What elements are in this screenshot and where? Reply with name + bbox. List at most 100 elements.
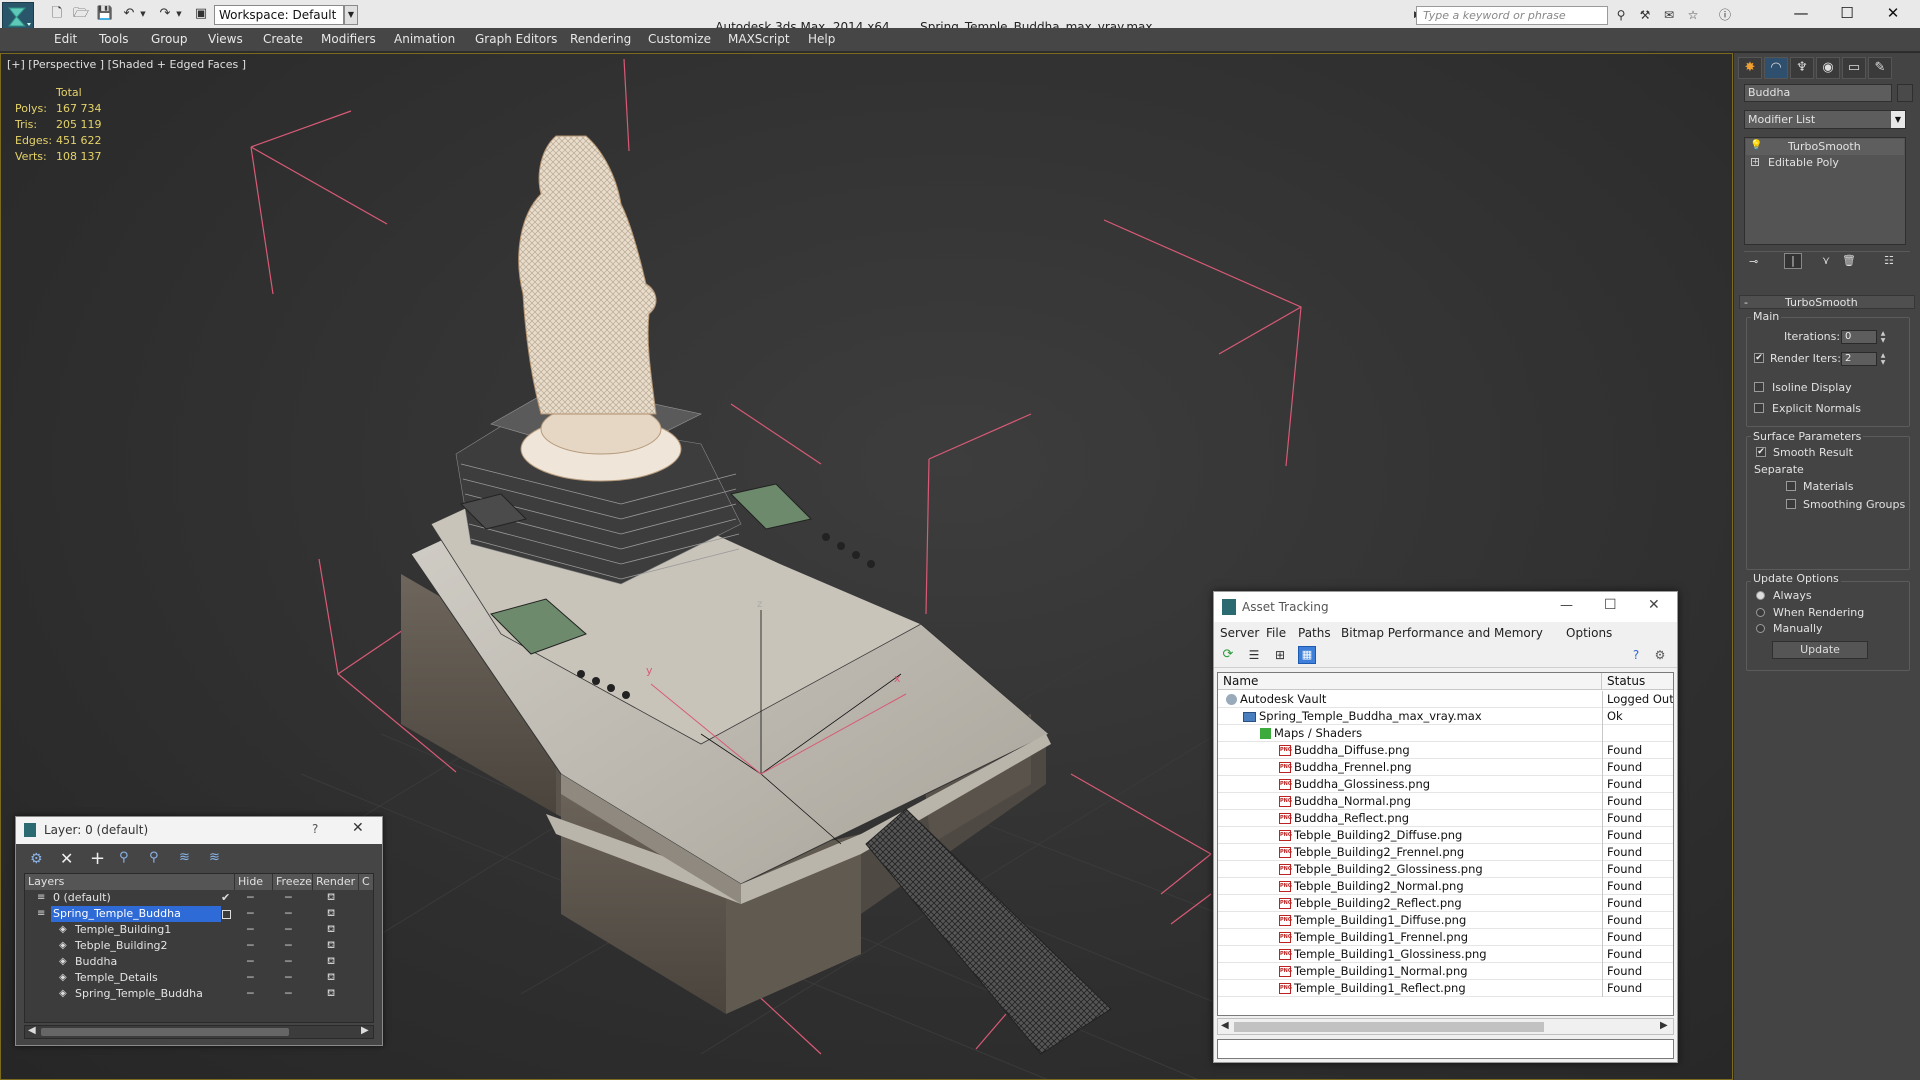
menu-create[interactable]: Create <box>263 32 303 46</box>
spinner-arrows-icon[interactable]: ▲ ▼ <box>1879 330 1887 344</box>
horizontal-scrollbar[interactable]: ◀ ▶ <box>1217 1018 1674 1035</box>
asset-row[interactable]: PNG Buddha_Glossiness.png Found <box>1218 776 1673 793</box>
add-layer-icon[interactable]: + <box>90 848 105 869</box>
scroll-right-icon[interactable]: ▶ <box>1660 1020 1668 1031</box>
tree-view-icon[interactable]: ⊞ <box>1272 647 1288 663</box>
menu-group[interactable]: Group <box>151 32 188 46</box>
asset-row[interactable]: PNG Buddha_Frennel.png Found <box>1218 759 1673 776</box>
layer-name[interactable]: Buddha <box>73 954 119 970</box>
context-help-icon[interactable]: ⚙ <box>1652 647 1668 663</box>
remove-modifier-icon[interactable]: 🗑 <box>1842 254 1856 267</box>
column-header-render[interactable]: Render <box>313 874 359 890</box>
render-iters-spinner[interactable]: 2 <box>1841 352 1877 366</box>
layer-name[interactable]: Spring_Temple_Buddha <box>73 986 205 1002</box>
menu-options[interactable]: Options <box>1566 626 1612 640</box>
configure-sets-icon[interactable]: ☷ <box>1884 254 1894 267</box>
layer-row[interactable]: ◈ Tebple_Building2 ━ ━ ⛾ <box>25 938 370 954</box>
help-icon[interactable]: ? <box>1628 647 1644 663</box>
make-unique-icon[interactable]: ⋎ <box>1822 254 1830 267</box>
close-button[interactable]: ✕ <box>1648 597 1660 613</box>
layer-name[interactable]: Tebple_Building2 <box>73 938 170 954</box>
expand-plus-icon[interactable]: + <box>1751 158 1759 166</box>
asset-row[interactable]: PNG Temple_Building1_Frennel.png Found <box>1218 929 1673 946</box>
when-rendering-radio[interactable] <box>1756 608 1765 617</box>
column-header-layers[interactable]: Layers <box>25 874 235 890</box>
rollout-header-turbosmooth[interactable]: - TurboSmooth <box>1739 295 1915 309</box>
menu-paths[interactable]: Paths <box>1298 626 1331 640</box>
menu-file[interactable]: File <box>1266 626 1286 640</box>
asset-row[interactable]: PNG Tebple_Building2_Frennel.png Found <box>1218 844 1673 861</box>
update-button[interactable]: Update <box>1772 641 1868 659</box>
asset-row[interactable]: PNG Tebple_Building2_Diffuse.png Found <box>1218 827 1673 844</box>
smoothing-groups-checkbox[interactable] <box>1786 499 1796 509</box>
redo-icon[interactable]: ↷ <box>156 6 174 22</box>
asset-row[interactable]: Autodesk Vault Logged Out ... <box>1218 691 1673 708</box>
save-icon[interactable]: 💾 <box>96 6 114 22</box>
minimize-button[interactable]: — <box>1560 598 1573 613</box>
search-input[interactable]: Type a keyword or phrase <box>1416 6 1608 25</box>
utilities-tab-icon[interactable]: ✎ <box>1868 57 1892 79</box>
hide-all-icon[interactable]: ≋ <box>179 850 190 865</box>
motion-tab-icon[interactable]: ◉ <box>1816 57 1840 79</box>
layer-row[interactable]: ≡ Spring_Temple_Buddha ━ ━ ⛾ <box>25 906 370 922</box>
column-header-name[interactable]: Name <box>1218 673 1602 690</box>
iterations-spinner[interactable]: 0 <box>1841 330 1877 344</box>
render-teapot-icon[interactable]: ⛾ <box>327 970 335 986</box>
column-header-hide[interactable]: Hide <box>235 874 273 890</box>
undo-icon[interactable]: ↶ <box>120 6 138 22</box>
scrollbar-thumb[interactable] <box>41 1028 289 1036</box>
pin-stack-icon[interactable]: ⊸ <box>1749 255 1758 268</box>
subscription-icon[interactable]: ⚒ <box>1636 8 1654 22</box>
render-teapot-icon[interactable]: ⛾ <box>327 986 335 1002</box>
chevron-down-icon[interactable]: ▼ <box>344 5 358 25</box>
layer-row[interactable]: ≡ 0 (default) ✔ ━ ━ ⛾ <box>25 890 370 906</box>
asset-row[interactable]: PNG Temple_Building1_Reflect.png Found <box>1218 980 1673 997</box>
asset-row[interactable]: Spring_Temple_Buddha_max_vray.max Ok <box>1218 708 1673 725</box>
asset-path-field[interactable] <box>1217 1039 1674 1059</box>
hide-toggle-icon[interactable]: ━ <box>247 938 254 954</box>
layer-settings-icon[interactable]: ⚙ <box>30 851 43 867</box>
explicit-normals-checkbox[interactable] <box>1754 403 1764 413</box>
layer-name[interactable]: Temple_Details <box>73 970 160 986</box>
lightbulb-icon[interactable]: 💡 <box>1750 140 1762 151</box>
undo-dropdown-icon[interactable]: ▼ <box>138 6 148 22</box>
scroll-right-icon[interactable]: ▶ <box>361 1025 369 1036</box>
modify-tab-icon[interactable]: ◠ <box>1764 57 1788 79</box>
scrollbar-thumb[interactable] <box>1234 1022 1544 1032</box>
table-view-icon[interactable]: ▦ <box>1298 646 1316 664</box>
close-button[interactable]: ✕ <box>1870 0 1916 28</box>
freeze-toggle-icon[interactable]: ━ <box>285 954 292 970</box>
asset-row[interactable]: Maps / Shaders <box>1218 725 1673 742</box>
maximize-button[interactable]: ☐ <box>1824 0 1870 28</box>
menu-graph-editors[interactable]: Graph Editors <box>475 32 557 46</box>
maximize-button[interactable]: ☐ <box>1604 597 1617 613</box>
close-button[interactable]: ✕ <box>352 820 364 836</box>
hide-toggle-icon[interactable]: ━ <box>247 986 254 1002</box>
layer-name[interactable]: 0 (default) <box>51 890 113 906</box>
menu-help[interactable]: Help <box>808 32 835 46</box>
freeze-toggle-icon[interactable]: ━ <box>285 906 292 922</box>
create-tab-icon[interactable]: ✸ <box>1738 57 1762 79</box>
binoculars-icon[interactable]: ⚲ <box>1612 8 1630 22</box>
asset-row[interactable]: PNG Buddha_Normal.png Found <box>1218 793 1673 810</box>
freeze-toggle-icon[interactable]: ━ <box>285 938 292 954</box>
smooth-result-checkbox[interactable]: ✔ <box>1756 447 1766 457</box>
hide-toggle-icon[interactable]: ━ <box>247 906 254 922</box>
show-end-result-icon[interactable]: | <box>1784 253 1802 269</box>
favorites-star-icon[interactable]: ☆ <box>1684 8 1702 22</box>
freeze-toggle-icon[interactable]: ━ <box>285 922 292 938</box>
asset-row[interactable]: PNG Buddha_Reflect.png Found <box>1218 810 1673 827</box>
select-objects-icon[interactable]: ⚲ <box>119 850 129 865</box>
menu-rendering[interactable]: Rendering <box>570 32 631 46</box>
stack-item-editable-poly[interactable]: + Editable Poly <box>1746 155 1904 171</box>
asset-row[interactable]: PNG Temple_Building1_Normal.png Found <box>1218 963 1673 980</box>
menu-animation[interactable]: Animation <box>394 32 455 46</box>
layer-name[interactable]: Spring_Temple_Buddha <box>51 906 221 922</box>
menu-server[interactable]: Server <box>1220 626 1259 640</box>
project-folder-icon[interactable]: ▣ <box>192 6 210 22</box>
help-icon[interactable]: ⓘ <box>1716 8 1734 22</box>
scroll-left-icon[interactable]: ◀ <box>1221 1020 1229 1031</box>
asset-row[interactable]: PNG Temple_Building1_Glossiness.png Found <box>1218 946 1673 963</box>
asset-row[interactable]: PNG Buddha_Diffuse.png Found <box>1218 742 1673 759</box>
isoline-display-checkbox[interactable] <box>1754 382 1764 392</box>
